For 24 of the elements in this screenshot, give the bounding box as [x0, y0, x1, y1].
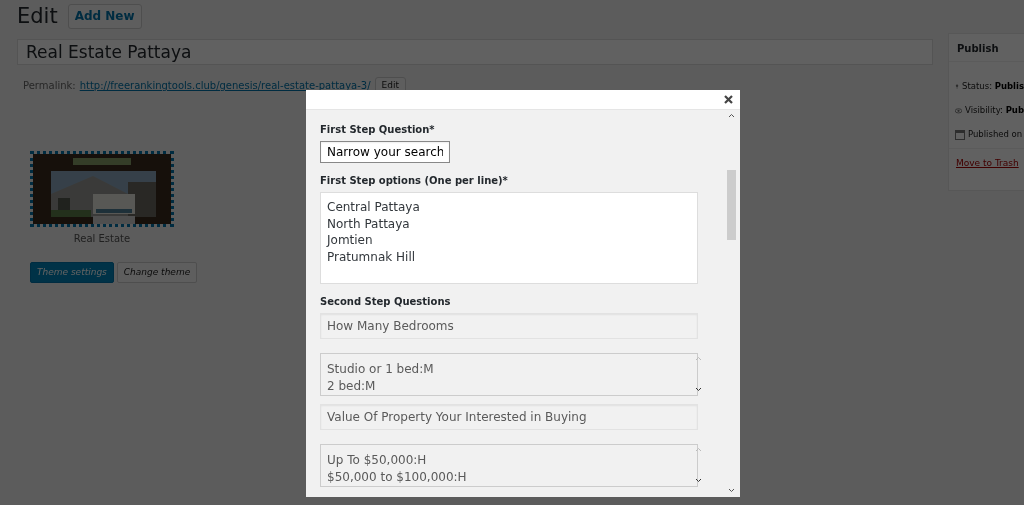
page-heading: Edit: [17, 4, 58, 30]
trash-link[interactable]: Move to Trash: [949, 148, 1024, 171]
scrollbar-thumb[interactable]: [727, 170, 736, 240]
change-theme-button[interactable]: Change theme: [116, 261, 198, 284]
input-field[interactable]: Narrow your search: [320, 141, 450, 163]
scroll-down-icon[interactable]: [728, 488, 735, 493]
theme-name: Real Estate: [72, 231, 132, 246]
add-new-button[interactable]: Add New: [67, 4, 142, 29]
field-label: Second Step Questions: [320, 295, 452, 309]
textarea-field[interactable]: Central Pattaya North Pattaya Jomtien Pratumnak Hill: [320, 192, 698, 284]
close-icon[interactable]: [724, 95, 733, 104]
panel-title: Publish: [949, 34, 1024, 62]
scroll-down-icon[interactable]: [695, 387, 702, 392]
scroll-down-icon[interactable]: [695, 478, 702, 483]
publish-info: Status: Publis: [962, 79, 1024, 93]
scroll-up-icon[interactable]: [728, 113, 735, 118]
title-field[interactable]: Real Estate Pattaya: [17, 39, 933, 66]
publish-info: Visibility: Pub: [965, 103, 1024, 117]
theme-settings-button[interactable]: Theme settings: [30, 261, 114, 284]
field-label: First Step Question*: [320, 123, 436, 137]
calendar-icon: [955, 128, 965, 140]
permalink-link[interactable]: http://freerankingtools.club/genesis/real-estate-pattaya-3/: [79, 78, 371, 93]
publish-info: Published on: [968, 127, 1023, 141]
field-label: First Step options (One per line)*: [320, 174, 509, 188]
